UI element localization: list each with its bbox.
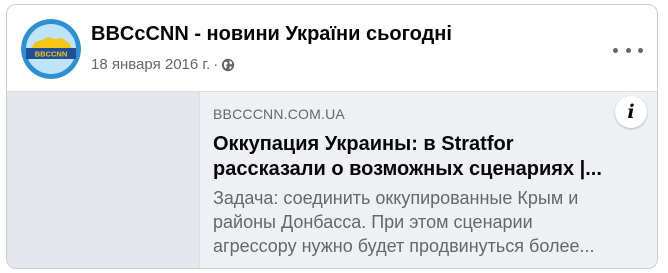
info-button[interactable]: i (615, 96, 647, 128)
post-card: BBCCNN BBCcCNN - новини України сьогодні… (6, 4, 658, 269)
svg-text:BBCCNN: BBCCNN (35, 50, 68, 59)
post-meta: 18 января 2016 г. · (91, 56, 235, 73)
more-horizontal-icon (613, 47, 618, 53)
link-preview-text: BBCCCNN.COM.UA Оккупация Украины: в Stra… (213, 106, 633, 258)
link-thumbnail[interactable] (7, 92, 200, 268)
link-preview[interactable]: BBCCCNN.COM.UA Оккупация Украины: в Stra… (7, 91, 657, 268)
link-description: Задача: соединить оккупированные Крым и … (213, 188, 595, 256)
meta-separator: · (213, 56, 219, 73)
info-icon: i (627, 101, 635, 123)
link-headline[interactable]: Оккупация Украины: в Stratfor рассказали… (213, 132, 633, 182)
globe-icon (221, 58, 235, 72)
post-date-link[interactable]: 18 января 2016 г. (91, 56, 210, 73)
page-name-link[interactable]: BBCcCNN - новини України сьогодні (91, 23, 452, 46)
avatar-logo: BBCCNN (21, 19, 81, 79)
page-avatar[interactable]: BBCCNN (21, 19, 81, 79)
link-domain: BBCCCNN.COM.UA (213, 106, 345, 122)
more-options-button[interactable] (613, 43, 643, 57)
